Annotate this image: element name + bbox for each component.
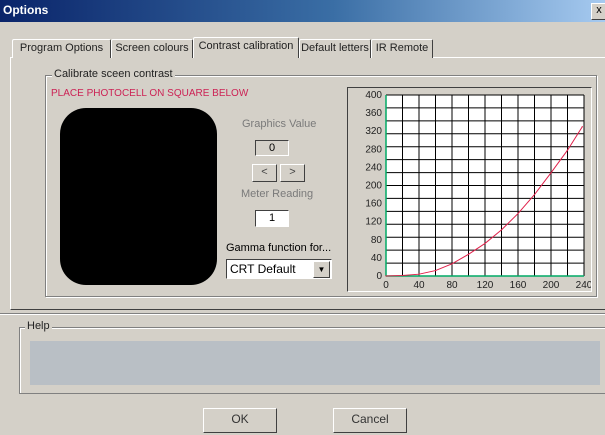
data-point [418, 273, 420, 275]
close-button[interactable]: x [591, 3, 605, 20]
data-point [451, 263, 453, 265]
gamma-chart: 0 40 80 120 160 200 240 280 320 360 400 0 40 80 120 160… [347, 87, 593, 292]
y-tick-label: 320 [365, 126, 382, 137]
window-title: Options [3, 3, 49, 17]
data-point [533, 193, 536, 196]
tab-screen-colours[interactable]: Screen colours [111, 39, 193, 58]
decrease-button[interactable]: < [252, 164, 277, 182]
separator [0, 313, 605, 315]
x-tick-label: 200 [543, 280, 560, 291]
help-text-area [30, 341, 600, 385]
graphics-value-display: 0 [255, 140, 289, 156]
tab-program-options[interactable]: Program Options [12, 39, 111, 58]
data-point [467, 253, 470, 255]
calibration-square [60, 108, 217, 285]
tab-ir-remote[interactable]: IR Remote [371, 39, 433, 58]
data-point [484, 242, 486, 245]
y-tick-label: 240 [365, 162, 382, 173]
ok-button[interactable]: OK [203, 408, 277, 433]
y-tick-label: 400 [365, 90, 382, 101]
y-tick-label: 80 [371, 235, 383, 246]
data-point [500, 229, 503, 231]
tab-contrast-calibration[interactable]: Contrast calibration [193, 37, 299, 58]
x-tick-label: 40 [413, 280, 425, 291]
chevron-down-icon[interactable]: ▼ [313, 261, 330, 278]
title-bar[interactable]: Options x [0, 0, 605, 22]
x-tick-label: 0 [383, 280, 389, 291]
data-point [566, 149, 569, 151]
photocell-instruction: PLACE PHOTOCELL ON SQUARE BELOW [51, 88, 249, 99]
x-tick-label: 120 [477, 280, 494, 291]
y-tick-label: 160 [365, 199, 382, 210]
gamma-function-select[interactable]: CRT Default ▼ [226, 259, 332, 279]
meter-reading-label: Meter Reading [241, 188, 314, 200]
tab-default-letters[interactable]: Default letters [299, 39, 371, 58]
data-point [581, 126, 583, 128]
cancel-button[interactable]: Cancel [333, 408, 407, 433]
x-tick-label: 240 [576, 280, 591, 291]
increase-button[interactable]: > [280, 164, 305, 182]
y-tick-label: 280 [365, 144, 382, 155]
x-tick-label: 80 [446, 280, 458, 291]
y-tick-label: 0 [376, 271, 382, 282]
data-point [517, 212, 519, 215]
y-tick-label: 120 [365, 217, 382, 228]
gamma-selected-value: CRT Default [230, 262, 296, 276]
data-point [401, 274, 404, 277]
meter-reading-field[interactable]: 1 [255, 210, 289, 227]
x-tick-label: 160 [510, 280, 527, 291]
y-tick-label: 200 [365, 181, 382, 192]
gamma-function-label: Gamma function for... [226, 242, 332, 254]
graphics-value-label: Graphics Value [242, 118, 317, 130]
gamma-chart-svg: 0 40 80 120 160 200 240 280 320 360 400 0 40 80 120 160… [365, 90, 592, 291]
help-group-title: Help [25, 320, 52, 332]
y-tick-label: 40 [371, 253, 383, 264]
y-tick-label: 360 [365, 108, 382, 119]
calibrate-group-title: Calibrate sceen contrast [52, 68, 175, 80]
data-point [434, 269, 437, 272]
data-point [550, 172, 552, 174]
data-point [385, 275, 387, 277]
